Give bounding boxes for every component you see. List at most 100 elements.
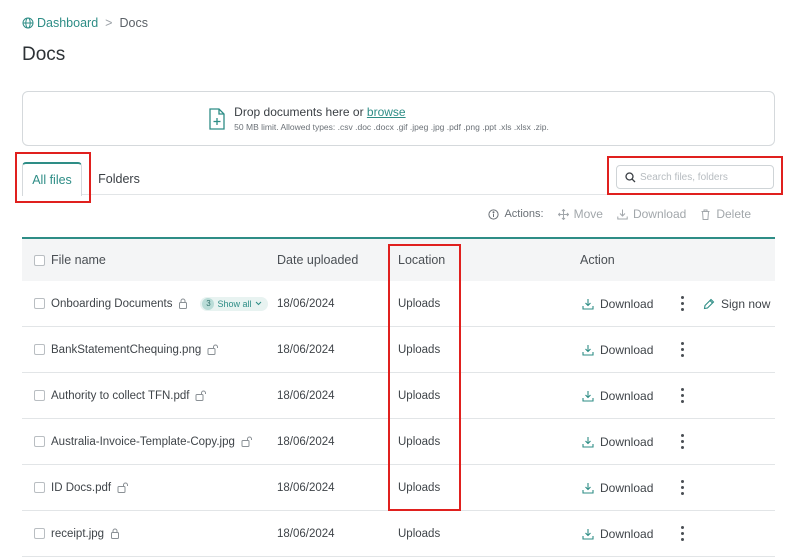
delete-button[interactable]: Delete (700, 207, 751, 221)
breadcrumb-dashboard-link[interactable]: Dashboard (22, 16, 98, 30)
header-action: Action (580, 253, 615, 267)
download-button[interactable]: Download (582, 327, 653, 372)
actions-label-text: Actions: (504, 208, 544, 220)
file-name[interactable]: Authority to collect TFN.pdf (51, 390, 189, 402)
file-add-icon (209, 107, 225, 130)
row-checkbox[interactable] (34, 482, 45, 493)
more-options-button[interactable] (676, 281, 688, 326)
page-title: Docs (22, 44, 66, 65)
actions-label: Actions: (488, 208, 544, 220)
location: Uploads (398, 527, 441, 540)
file-name[interactable]: Onboarding Documents (51, 298, 172, 310)
download-icon (582, 436, 594, 448)
table-row: Authority to collect TFN.pdf 18/06/2024 … (22, 373, 775, 419)
show-all-badge[interactable]: 3 Show all (200, 296, 268, 311)
more-options-button[interactable] (676, 327, 688, 372)
date-uploaded: 18/06/2024 (277, 435, 335, 448)
download-button[interactable]: Download (582, 465, 653, 510)
table-header: File name Date uploaded Location Action (22, 237, 775, 281)
file-name[interactable]: ID Docs.pdf (51, 482, 111, 494)
file-name[interactable]: BankStatementChequing.png (51, 344, 201, 356)
unlock-icon (241, 436, 252, 447)
location: Uploads (398, 389, 441, 402)
sign-now-button[interactable]: Sign now (703, 281, 770, 326)
table-row: ID Docs.pdf 18/06/2024 Uploads Download (22, 465, 775, 511)
download-button[interactable]: Download (582, 419, 653, 464)
move-icon (557, 208, 569, 220)
location: Uploads (398, 297, 441, 310)
more-options-button[interactable] (676, 465, 688, 510)
more-vertical-icon (680, 296, 684, 311)
row-checkbox[interactable] (34, 344, 45, 355)
tab-all-files[interactable]: All files (22, 162, 82, 196)
upload-instructions: Drop documents here or browse (234, 105, 549, 119)
file-name[interactable]: receipt.jpg (51, 528, 104, 540)
lock-icon (179, 298, 188, 309)
header-file-name[interactable]: File name (51, 239, 106, 281)
file-name[interactable]: Australia-Invoice-Template-Copy.jpg (51, 436, 235, 448)
badge-label: Show all (217, 298, 252, 309)
unlock-icon (207, 344, 219, 355)
download-button[interactable]: Download (582, 373, 653, 418)
bulk-download-button[interactable]: Download (617, 207, 686, 221)
download-icon (582, 528, 594, 540)
browse-link[interactable]: browse (367, 105, 406, 119)
search-input[interactable] (640, 171, 770, 183)
table-row: receipt.jpg 18/06/2024 Uploads Download (22, 511, 775, 557)
search-box[interactable] (616, 165, 774, 189)
download-label: Download (600, 434, 654, 449)
date-uploaded: 18/06/2024 (277, 343, 335, 356)
date-uploaded: 18/06/2024 (277, 527, 335, 540)
row-checkbox[interactable] (34, 390, 45, 401)
upload-dropzone[interactable]: Drop documents here or browse 50 MB limi… (22, 91, 775, 146)
bulk-actions-bar: Actions: Move Download Delete (488, 207, 751, 221)
download-label: Download (600, 526, 654, 541)
unlock-icon (195, 390, 207, 401)
more-vertical-icon (680, 434, 684, 449)
date-uploaded: 18/06/2024 (277, 297, 335, 310)
breadcrumb: Dashboard > Docs (22, 16, 148, 30)
more-options-button[interactable] (676, 419, 688, 464)
date-uploaded: 18/06/2024 (277, 481, 335, 494)
location: Uploads (398, 481, 441, 494)
row-checkbox[interactable] (34, 528, 45, 539)
download-icon (582, 298, 594, 310)
sign-now-label: Sign now (721, 296, 771, 311)
download-label: Download (600, 342, 654, 357)
upload-text: Drop documents here or (234, 105, 367, 119)
search-icon (625, 171, 636, 182)
badge-count: 3 (202, 297, 215, 310)
info-icon (488, 208, 500, 220)
tab-folders[interactable]: Folders (90, 162, 148, 195)
location: Uploads (398, 343, 441, 356)
breadcrumb-separator: > (105, 16, 113, 30)
more-vertical-icon (680, 480, 684, 495)
download-button[interactable]: Download (582, 281, 653, 326)
header-location[interactable]: Location (398, 239, 445, 281)
download-label: Download (600, 388, 654, 403)
chevron-down-icon (255, 301, 261, 306)
more-vertical-icon (680, 388, 684, 403)
lock-icon (111, 528, 120, 539)
table-row: BankStatementChequing.png 18/06/2024 Upl… (22, 327, 775, 373)
breadcrumb-dashboard-label: Dashboard (37, 16, 99, 30)
unlock-icon (117, 482, 129, 493)
select-all-checkbox[interactable] (34, 254, 45, 266)
delete-label: Delete (716, 207, 751, 221)
download-button[interactable]: Download (582, 511, 653, 556)
files-table: File name Date uploaded Location Action … (22, 237, 775, 557)
table-row: Australia-Invoice-Template-Copy.jpg 18/0… (22, 419, 775, 465)
move-button[interactable]: Move (557, 207, 603, 221)
more-options-button[interactable] (676, 373, 688, 418)
download-icon (582, 344, 594, 356)
pen-icon (703, 298, 715, 309)
header-date-uploaded[interactable]: Date uploaded (277, 239, 358, 281)
row-checkbox[interactable] (34, 298, 45, 309)
breadcrumb-current: Docs (119, 16, 148, 30)
globe-icon (22, 17, 34, 29)
trash-icon (701, 209, 710, 220)
row-checkbox[interactable] (34, 436, 45, 447)
move-label: Move (573, 207, 603, 221)
location: Uploads (398, 435, 441, 448)
more-options-button[interactable] (676, 511, 688, 556)
